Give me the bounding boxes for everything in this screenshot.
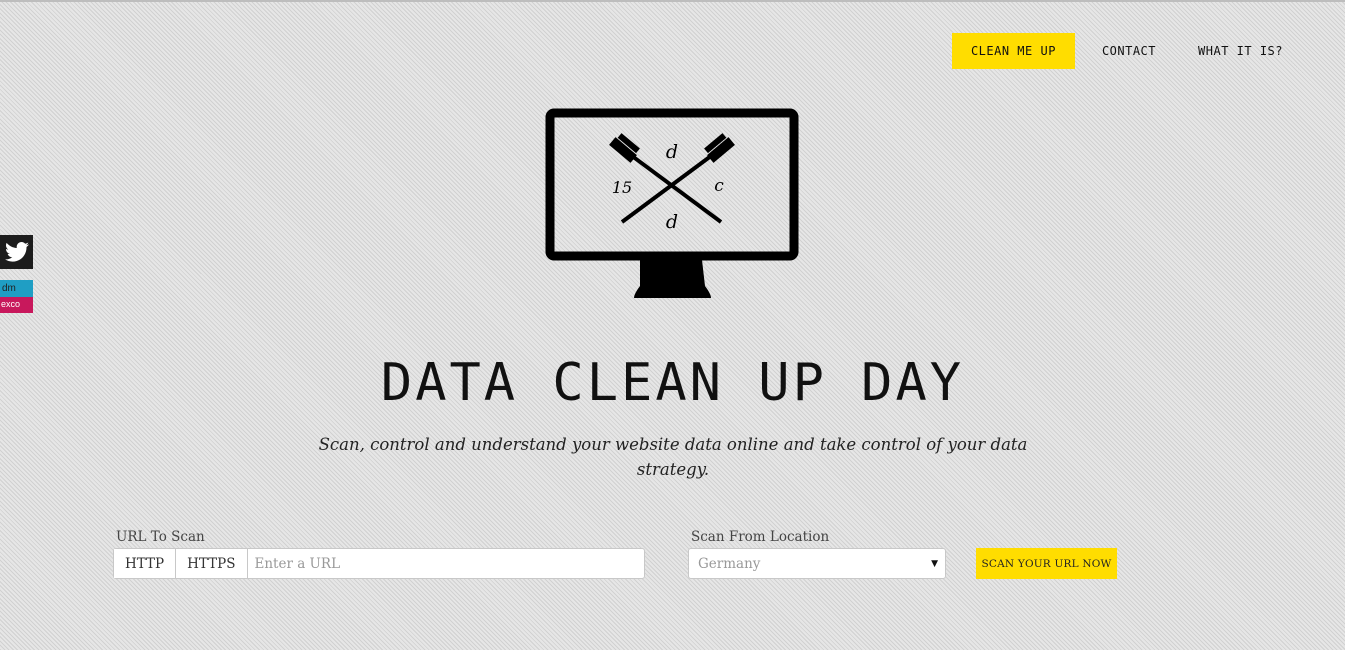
logo-letter-left: 15	[612, 178, 632, 197]
nav-what-it-is[interactable]: WHAT IT IS?	[1177, 33, 1300, 69]
url-input[interactable]	[247, 549, 644, 578]
https-button[interactable]: HTTPS	[176, 549, 248, 578]
dmexco-button[interactable]: dm exco	[0, 280, 33, 313]
top-border	[0, 0, 1345, 2]
dropdown-arrow-icon: ▼	[931, 558, 938, 569]
main-nav: CLEAN ME UP CONTACT WHAT IT IS?	[951, 33, 1300, 69]
logo-letter-top: d	[666, 141, 678, 163]
location-label: Scan From Location	[691, 529, 830, 545]
dmexco-logo-top: dm	[0, 280, 33, 297]
monitor-stand	[634, 260, 711, 298]
twitter-button[interactable]	[0, 235, 33, 269]
nav-clean-me-up[interactable]: CLEAN ME UP	[951, 33, 1075, 69]
location-select[interactable]: Germany ▼	[688, 548, 946, 579]
http-button[interactable]: HTTP	[114, 549, 177, 578]
logo-letter-bottom: d	[666, 211, 678, 233]
page-subtitle: Scan, control and understand your websit…	[318, 435, 1028, 479]
page-title: DATA CLEAN UP DAY	[380, 353, 965, 413]
twitter-icon	[4, 242, 29, 262]
url-input-group: HTTP HTTPS	[113, 548, 645, 579]
monitor-brooms-logo: d 15 c d	[545, 108, 799, 298]
url-label: URL To Scan	[116, 529, 205, 545]
nav-contact[interactable]: CONTACT	[1081, 33, 1177, 69]
logo-letter-right: c	[714, 176, 724, 196]
scan-url-button[interactable]: SCAN YOUR URL NOW	[976, 548, 1117, 579]
dmexco-logo-bottom: exco	[0, 297, 33, 313]
location-selected-value: Germany	[698, 555, 761, 572]
